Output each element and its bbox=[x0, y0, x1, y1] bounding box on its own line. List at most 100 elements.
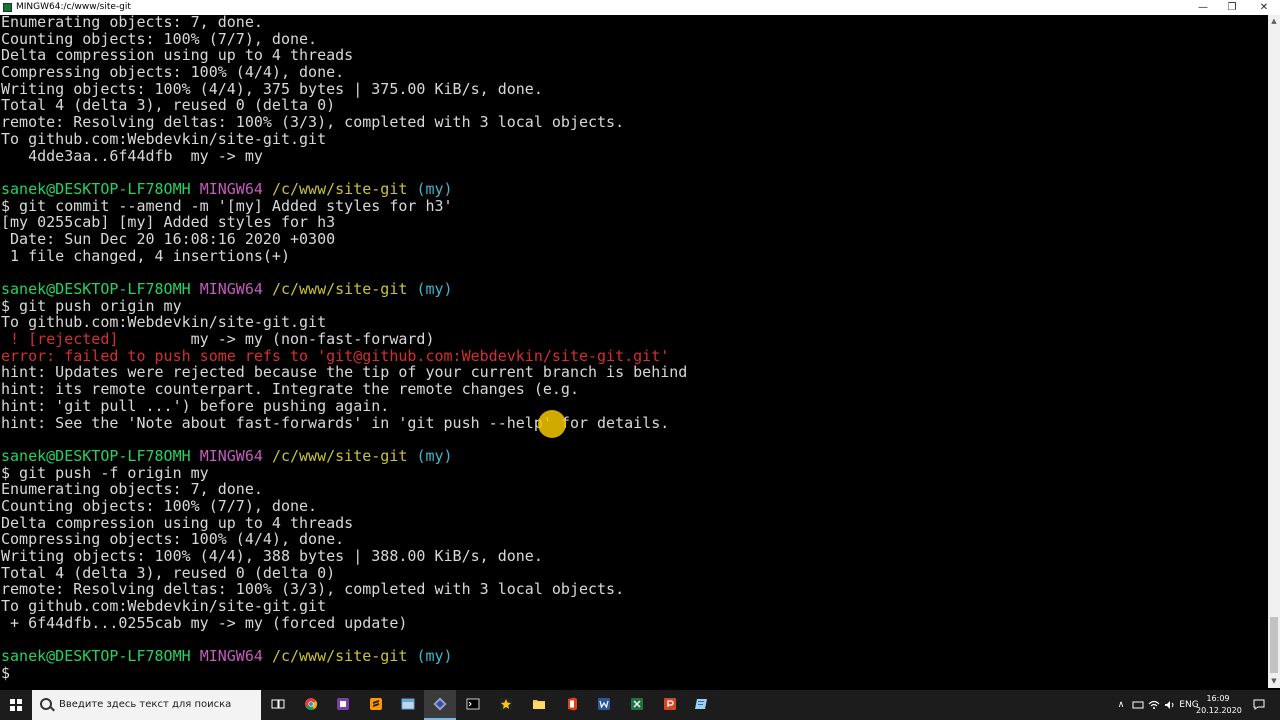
terminal-line: $ git commit --amend -m '[my] Added styl… bbox=[1, 196, 1268, 215]
terminal-line: $ bbox=[1, 663, 1268, 682]
terminal-line: $ git push origin my bbox=[1, 297, 1268, 315]
taskbar-app-office[interactable] bbox=[556, 690, 588, 720]
minimize-button[interactable]: — bbox=[1187, 0, 1219, 15]
taskbar-app-file-explorer[interactable] bbox=[523, 690, 555, 720]
taskbar-search-box[interactable]: Введите здесь текст для поиска bbox=[32, 690, 261, 720]
terminal-line: 1 file changed, 4 insertions(+) bbox=[1, 247, 1268, 265]
terminal-line: Writing objects: 100% (4/4), 375 bytes |… bbox=[1, 80, 1268, 98]
terminal-line: + 6f44dfb...0255cab my -> my (forced upd… bbox=[1, 614, 1268, 632]
start-button[interactable] bbox=[0, 690, 32, 720]
terminal-segment: remote: Resolving deltas: 100% (3/3), co… bbox=[1, 113, 625, 132]
taskbar-app-sublime-text[interactable] bbox=[360, 690, 392, 720]
terminal-segment-mingw: MINGW64 bbox=[199, 179, 263, 198]
scroll-down-icon[interactable]: ▼ bbox=[1268, 675, 1280, 687]
terminal-segment-error: ! [rejected] bbox=[1, 330, 191, 349]
terminal-segment: [my 0255cab] [my] Added styles for h3 bbox=[1, 213, 336, 232]
taskbar-app-app-purple[interactable] bbox=[327, 690, 359, 720]
terminal-line: To github.com:Webdevkin/site-git.git bbox=[1, 598, 1268, 615]
terminal-line: $ git push -f origin my bbox=[1, 463, 1268, 482]
taskbar-app-app-window[interactable] bbox=[392, 690, 424, 720]
excel-icon bbox=[631, 698, 643, 710]
taskbar-app-powerpoint[interactable] bbox=[654, 690, 686, 720]
terminal-scrollbar[interactable]: ▲ ▼ bbox=[1268, 15, 1280, 688]
clock-time: 16:09 bbox=[1206, 694, 1230, 703]
terminal-line: To github.com:Webdevkin/site-git.git bbox=[1, 314, 1268, 331]
clock-date: 20.12.2020 bbox=[1196, 706, 1242, 715]
terminal-line: Total 4 (delta 3), reused 0 (delta 0) bbox=[1, 564, 1268, 582]
terminal-segment: $ bbox=[1, 663, 11, 682]
terminal-segment bbox=[263, 180, 272, 198]
notes-icon bbox=[695, 699, 707, 709]
terminal-segment: Delta compression using up to 4 threads bbox=[1, 46, 354, 65]
taskbar-app-excel[interactable] bbox=[621, 690, 653, 720]
network-icon[interactable] bbox=[1131, 690, 1145, 720]
terminal-line: Compressing objects: 100% (4/4), done. bbox=[1, 64, 1268, 81]
terminal-line: To github.com:Webdevkin/site-git.git bbox=[1, 129, 1268, 148]
terminal-segment-mingw: MINGW64 bbox=[199, 280, 263, 298]
terminal-segment: Writing objects: 100% (4/4), 388 bytes |… bbox=[1, 547, 543, 565]
wifi-icon[interactable] bbox=[1147, 690, 1161, 720]
terminal-segment: To github.com:Webdevkin/site-git.git bbox=[1, 129, 327, 148]
volume-icon[interactable] bbox=[1163, 690, 1177, 720]
terminal-segment: 4dde3aa..6f44dfb my -> my bbox=[1, 146, 263, 165]
terminal-segment-branch: (my) bbox=[416, 647, 453, 666]
terminal-segment-path: /c/www/site-git bbox=[271, 280, 408, 298]
terminal-segment-branch: (my) bbox=[416, 179, 453, 198]
terminal-output[interactable]: Enumerating objects: 7, done. Counting ob… bbox=[0, 15, 1268, 688]
terminal-line: Enumerating objects: 7, done. bbox=[1, 481, 1268, 498]
terminal-segment: Enumerating objects: 7, done. bbox=[1, 15, 263, 31]
taskbar-app-notes[interactable] bbox=[686, 690, 718, 720]
terminal-segment: Compressing objects: 100% (4/4), done. bbox=[1, 63, 345, 82]
terminal-segment: Date: Sun Dec 20 16:08:16 2020 +0300 bbox=[1, 229, 336, 248]
terminal-line: Writing objects: 100% (4/4), 388 bytes |… bbox=[1, 548, 1268, 565]
notification-icon[interactable] bbox=[1251, 690, 1267, 720]
terminal-segment: $ git commit --amend -m '[my] Added styl… bbox=[1, 196, 453, 215]
scroll-up-icon[interactable]: ▲ bbox=[1268, 15, 1280, 27]
taskbar-app-terminal[interactable] bbox=[457, 690, 489, 720]
star-app-icon bbox=[500, 698, 512, 710]
close-button[interactable]: ✕ bbox=[1248, 0, 1280, 15]
terminal-segment-user: sanek@DESKTOP-LF78OMH bbox=[1, 179, 191, 198]
terminal-segment-path: /c/www/site-git bbox=[271, 179, 408, 198]
search-icon bbox=[40, 698, 52, 710]
word-icon bbox=[598, 698, 610, 710]
app-purple-icon bbox=[337, 698, 349, 710]
terminal-segment: hint: Updates were rejected because the … bbox=[1, 363, 688, 382]
terminal-line: hint: Updates were rejected because the … bbox=[1, 364, 1268, 381]
mingw-app-icon bbox=[3, 3, 12, 12]
terminal-segment-user: sanek@DESKTOP-LF78OMH bbox=[1, 280, 191, 298]
terminal-segment: $ git push -f origin my bbox=[1, 463, 209, 482]
taskbar: Введите здесь текст для поиска ∧ ENG 16:… bbox=[0, 690, 1280, 720]
search-placeholder: Введите здесь текст для поиска bbox=[59, 699, 232, 710]
taskbar-app-word[interactable] bbox=[588, 690, 620, 720]
terminal-segment-user: sanek@DESKTOP-LF78OMH bbox=[1, 647, 191, 666]
terminal-line: hint: See the 'Note about fast-forwards'… bbox=[1, 414, 1268, 432]
terminal-segment: remote: Resolving deltas: 100% (3/3), co… bbox=[1, 580, 625, 599]
terminal-line: hint: its remote counterpart. Integrate … bbox=[1, 381, 1268, 398]
terminal-line: remote: Resolving deltas: 100% (3/3), co… bbox=[1, 581, 1268, 598]
terminal-line: sanek@DESKTOP-LF78OMH MINGW64 /c/www/sit… bbox=[1, 448, 1268, 465]
terminal-line: Total 4 (delta 3), reused 0 (delta 0) bbox=[1, 97, 1268, 114]
taskbar-app-chrome[interactable] bbox=[295, 690, 327, 720]
taskbar-app-git-bash[interactable] bbox=[424, 690, 456, 720]
terminal-segment bbox=[191, 280, 200, 298]
maximize-button[interactable]: ❐ bbox=[1216, 0, 1248, 15]
terminal-segment: my -> my (non-fast-forward) bbox=[190, 330, 435, 349]
terminal-line: Counting objects: 100% (7/7), done. bbox=[1, 498, 1268, 515]
terminal-line: Enumerating objects: 7, done. bbox=[1, 15, 1268, 31]
office-icon bbox=[568, 697, 577, 711]
taskbar-app-task-view[interactable] bbox=[262, 690, 294, 720]
tray-overflow-chevron[interactable]: ∧ bbox=[1114, 690, 1128, 720]
terminal-line: Delta compression using up to 4 threads bbox=[1, 47, 1268, 64]
terminal-segment bbox=[263, 280, 272, 298]
taskbar-app-star-app[interactable] bbox=[490, 690, 522, 720]
clock[interactable]: 16:09 20.12.2020 bbox=[1196, 693, 1242, 717]
chrome-icon bbox=[305, 698, 318, 711]
scrollbar-thumb[interactable] bbox=[1270, 617, 1278, 673]
terminal-segment: Compressing objects: 100% (4/4), done. bbox=[1, 530, 345, 549]
terminal-line: sanek@DESKTOP-LF78OMH MINGW64 /c/www/sit… bbox=[1, 181, 1268, 198]
terminal-segment bbox=[191, 647, 200, 665]
app-window-icon bbox=[401, 698, 415, 710]
